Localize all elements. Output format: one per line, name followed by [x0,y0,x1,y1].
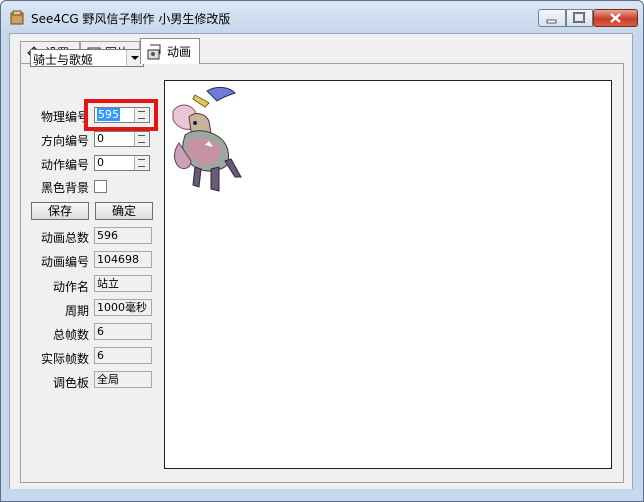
character-select-value: 骑士与歌姬 [33,53,94,67]
total-anim-field: 596 [94,227,152,244]
minimize-icon [546,19,557,24]
confirm-button[interactable]: 确定 [95,202,153,220]
total-frames-field: 6 [94,323,152,340]
save-button[interactable]: 保存 [31,202,89,220]
close-icon [610,13,621,23]
actual-frames-field: 6 [94,347,152,364]
direction-no-label: 方向编号 [41,134,90,148]
direction-no-input[interactable]: 0 [94,131,150,147]
title-bar[interactable]: See4CG 野风信子制作 小男生修改版 [1,1,643,33]
action-no-value: 0 [97,156,104,169]
physical-no-label: 物理编号 [41,110,90,124]
action-no-input[interactable]: 0 [94,155,150,171]
palette-field: 全局 [94,371,152,388]
anim-no-field: 104698 [94,251,152,268]
maximize-icon [573,12,585,23]
anim-no-label: 动画编号 [41,255,90,269]
total-frames-label: 总帧数 [53,328,90,342]
palette-label: 调色板 [53,376,90,390]
actual-frames-label: 实际帧数 [41,352,90,366]
knight-sprite-image [172,86,242,192]
minimize-button[interactable] [538,9,566,27]
animation-icon [147,44,161,59]
action-no-label: 动作编号 [41,158,90,172]
action-name-label: 动作名 [53,280,90,294]
maximize-button[interactable] [566,9,593,27]
app-window: See4CG 野风信子制作 小男生修改版 设置 图片 动画 骑士与歌姬 [0,0,644,502]
tab-animation[interactable]: 动画 [140,38,200,64]
action-no-spinner[interactable] [134,156,149,170]
total-anim-label: 动画总数 [41,231,90,245]
black-bg-label: 黑色背景 [41,181,90,195]
direction-no-value: 0 [97,132,104,145]
app-icon [10,10,24,25]
status-bar [9,489,633,495]
action-name-field: 站立 [94,275,152,292]
close-button[interactable] [593,9,638,27]
period-label: 周期 [65,304,90,318]
tab-animation-label: 动画 [167,45,192,59]
direction-no-spinner[interactable] [134,132,149,146]
period-field: 1000毫秒 [94,299,152,316]
highlight-box [84,99,158,131]
black-bg-checkbox[interactable] [94,180,107,193]
window-title: See4CG 野风信子制作 小男生修改版 [31,12,231,26]
character-select[interactable]: 骑士与歌姬 [30,49,144,67]
